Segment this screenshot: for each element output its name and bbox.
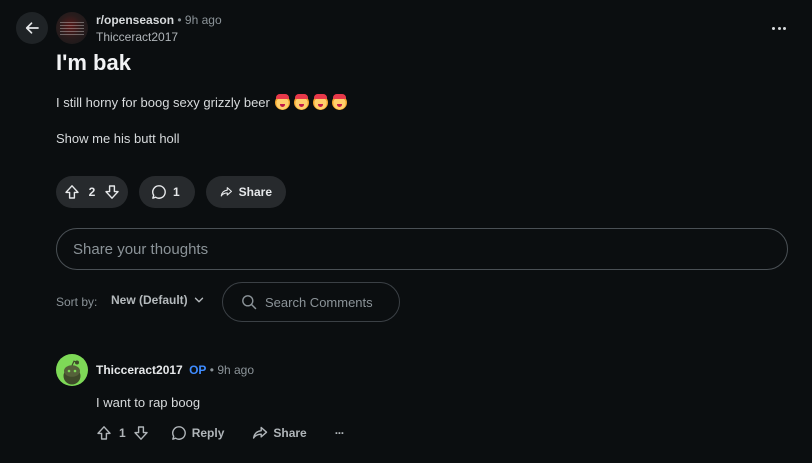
vote-control: 2 [56, 176, 128, 208]
snoo-avatar-icon [63, 360, 81, 385]
post-page: r/openseason • 9h ago Thicceract2017 I'm… [0, 0, 812, 463]
reply-label: Reply [191, 426, 225, 440]
comment-time: 9h ago [217, 363, 255, 377]
dot-icon [777, 26, 781, 30]
dot-icon [772, 26, 776, 30]
heart-eyes-emoji-icon [293, 94, 309, 110]
vote-count: 2 [88, 185, 96, 199]
reply-button[interactable]: Reply [171, 425, 225, 441]
upvote-icon [65, 185, 79, 199]
share-button[interactable]: Share [206, 176, 286, 208]
chevron-down-icon [194, 297, 203, 303]
heart-eyes-emoji-icon [331, 94, 347, 110]
comment-more-button[interactable]: ··· [335, 426, 345, 440]
search-comments-field[interactable] [222, 282, 400, 322]
comment-composer[interactable] [56, 228, 788, 270]
post-time: 9h ago [184, 13, 222, 27]
meta-separator: • [177, 13, 182, 27]
share-label: Share [238, 185, 272, 199]
post-meta: r/openseason • 9h ago [96, 13, 222, 27]
share-icon [253, 426, 268, 439]
comment-icon [171, 426, 186, 440]
avatar[interactable] [56, 354, 88, 386]
subreddit-avatar[interactable] [56, 12, 88, 44]
search-comments-input[interactable] [265, 294, 395, 310]
sort-label: Sort by: [56, 295, 98, 309]
arrow-left-icon [25, 22, 39, 34]
back-button[interactable] [16, 12, 48, 44]
comment-count: 1 [173, 185, 180, 199]
upvote-icon [97, 426, 111, 440]
share-icon [220, 187, 233, 197]
comment-vote-count: 1 [119, 426, 126, 440]
dot-icon [782, 26, 786, 30]
upvote-button[interactable] [64, 184, 80, 200]
subreddit-name[interactable]: r/openseason [96, 13, 174, 27]
comment-upvote-button[interactable] [96, 425, 112, 441]
comment-share-button[interactable]: Share [252, 425, 307, 441]
comment-meta: Thicceract2017 OP • 9h ago [96, 363, 254, 377]
heart-eyes-emoji-icon [274, 94, 290, 110]
post-body-text: I still horny for boog sexy grizzly beer [56, 95, 270, 110]
downvote-button[interactable] [104, 184, 120, 200]
sort-selected: New (Default) [111, 293, 188, 307]
comment-body: I want to rap boog [96, 395, 201, 410]
comment-icon [152, 185, 166, 199]
comment-share-label: Share [273, 426, 307, 440]
heart-eyes-emoji-icon [312, 94, 328, 110]
meta-separator: • [209, 363, 214, 377]
post-title: I'm bak [56, 50, 131, 75]
comment-input[interactable] [73, 240, 787, 258]
downvote-icon [105, 185, 119, 199]
search-icon [242, 295, 257, 310]
comment-actions: 1 Reply Share ··· [96, 422, 345, 444]
sort-dropdown[interactable]: New (Default) [111, 293, 204, 307]
comment-downvote-button[interactable] [133, 425, 149, 441]
emoji-row [274, 94, 351, 110]
op-badge: OP [189, 363, 207, 377]
subreddit-avatar-image [60, 21, 84, 35]
more-options-button[interactable] [764, 16, 794, 40]
comments-button[interactable]: 1 [139, 176, 195, 208]
post-body-line: I still horny for boog sexy grizzly beer [56, 94, 351, 110]
comment-author[interactable]: Thicceract2017 [96, 363, 183, 377]
downvote-icon [133, 426, 148, 440]
post-author[interactable]: Thicceract2017 [96, 30, 178, 44]
post-body-line: Show me his butt holl [56, 131, 180, 146]
